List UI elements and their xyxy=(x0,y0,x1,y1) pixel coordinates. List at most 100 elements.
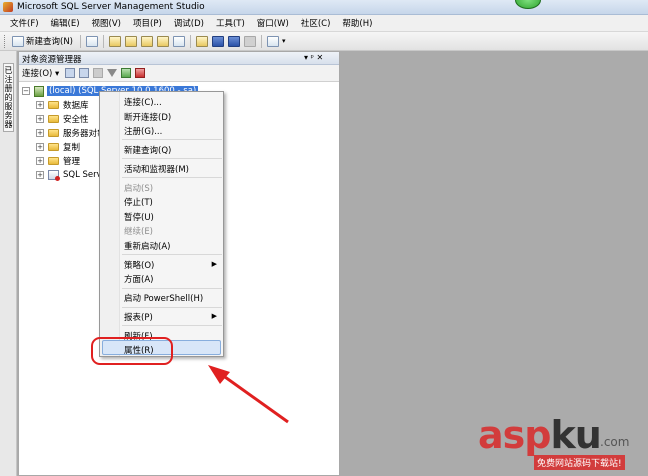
mdx-query-icon[interactable] xyxy=(125,35,137,47)
menu-item-powershell[interactable]: 启动 PowerShell(H) xyxy=(124,292,203,304)
toolbar-overflow-icon[interactable]: ▾ xyxy=(282,37,286,45)
expand-icon[interactable]: + xyxy=(36,129,44,137)
menu-tools[interactable]: 工具(T) xyxy=(212,17,249,29)
object-explorer-toolbar: 连接(O) ▾ xyxy=(19,65,339,82)
new-query-label: 新建查询(N) xyxy=(26,37,73,47)
tree-label[interactable]: 数据库 xyxy=(63,99,89,111)
menu-item-disconnect[interactable]: 断开连接(D) xyxy=(124,111,171,123)
panel-controls[interactable]: ▾ ᵖ ✕ xyxy=(304,53,323,62)
menu-debug[interactable]: 调试(D) xyxy=(170,17,208,29)
expand-icon[interactable]: + xyxy=(36,115,44,123)
menu-item-label: 策略(O) xyxy=(124,261,155,271)
standard-toolbar: 新建查询(N) ▾ xyxy=(0,32,648,51)
folder-icon xyxy=(48,157,59,165)
registered-servers-tab[interactable]: 已注册的服务器 xyxy=(3,63,14,132)
dmx-query-icon[interactable] xyxy=(141,35,153,47)
menu-separator xyxy=(122,177,222,178)
tree-label[interactable]: 安全性 xyxy=(63,113,89,125)
submenu-arrow-icon: ▶ xyxy=(211,312,217,320)
menu-item-start: 启动(S) xyxy=(124,184,154,194)
toolbar-grip[interactable] xyxy=(4,34,7,48)
tree-label[interactable]: 复制 xyxy=(63,141,80,153)
red-annotation-arrow-icon xyxy=(208,365,289,424)
new-query-button[interactable]: 新建查询(N) xyxy=(10,35,73,47)
menu-bar: 文件(F) 编辑(E) 视图(V) 项目(P) 调试(D) 工具(T) 窗口(W… xyxy=(0,15,648,32)
watermark-slogan: 免费网站源码下载站! xyxy=(534,455,625,470)
menu-gutter xyxy=(100,92,120,356)
side-tab-strip: 已注册的服务器 xyxy=(0,51,17,476)
expand-icon[interactable]: + xyxy=(36,171,44,179)
menu-file[interactable]: 文件(F) xyxy=(6,17,43,29)
refresh-icon[interactable] xyxy=(121,68,132,78)
expand-icon[interactable]: + xyxy=(36,143,44,151)
toolbar-separator xyxy=(80,34,81,48)
menu-item-connect[interactable]: 连接(C)... xyxy=(124,96,162,108)
menu-item-facets[interactable]: 方面(A) xyxy=(124,273,153,285)
tree-label[interactable]: 管理 xyxy=(63,155,80,167)
collapse-icon[interactable]: − xyxy=(22,87,30,95)
folder-icon xyxy=(48,143,59,151)
toolbar-separator xyxy=(103,34,104,48)
menu-separator xyxy=(122,325,222,326)
menu-separator xyxy=(122,254,222,255)
green-orb-icon xyxy=(515,0,541,9)
stop-icon[interactable] xyxy=(93,68,104,78)
xmla-query-icon[interactable] xyxy=(157,35,169,47)
submenu-arrow-icon: ▶ xyxy=(211,260,217,268)
ssms-app-icon xyxy=(3,2,13,12)
new-query-icon xyxy=(12,35,24,47)
menu-help[interactable]: 帮助(H) xyxy=(338,17,376,29)
save-icon[interactable] xyxy=(212,35,224,47)
folder-icon xyxy=(48,129,59,137)
menu-item-reports[interactable]: 报表(P) xyxy=(124,311,153,323)
server-icon xyxy=(34,85,44,97)
summary-icon[interactable] xyxy=(135,68,146,78)
analysis-query-icon[interactable] xyxy=(109,35,121,47)
menu-project[interactable]: 项目(P) xyxy=(129,17,166,29)
title-bar: Microsoft SQL Server Management Studio xyxy=(0,0,648,15)
menu-separator xyxy=(122,307,222,308)
filter-icon[interactable] xyxy=(107,69,118,77)
menu-community[interactable]: 社区(C) xyxy=(297,17,335,29)
folder-icon xyxy=(48,115,59,123)
object-explorer-header: 对象资源管理器 ▾ ᵖ ✕ xyxy=(19,52,339,65)
window-title: Microsoft SQL Server Management Studio xyxy=(17,2,205,12)
watermark-brand-b: ku xyxy=(550,413,601,457)
menu-window[interactable]: 窗口(W) xyxy=(253,17,293,29)
connect-dropdown[interactable]: 连接(O) ▾ xyxy=(22,67,59,79)
watermark-brand-a: asp xyxy=(478,413,551,457)
menu-separator xyxy=(122,158,222,159)
sql-agent-icon xyxy=(48,170,60,181)
save-all-icon[interactable] xyxy=(228,35,240,47)
red-highlight-ellipse xyxy=(91,337,173,365)
menu-item-policies[interactable]: 策略(O) xyxy=(124,259,222,271)
menu-item-new-query[interactable]: 新建查询(Q) xyxy=(124,144,171,156)
menu-separator xyxy=(122,288,222,289)
folder-icon xyxy=(48,101,59,109)
watermark-tld: .com xyxy=(600,435,630,449)
object-explorer-title: 对象资源管理器 xyxy=(22,55,82,65)
menu-item-restart[interactable]: 重新启动(A) xyxy=(124,240,170,252)
expand-icon[interactable]: + xyxy=(36,101,44,109)
activity-monitor-icon[interactable] xyxy=(267,35,279,47)
watermark-logo: aspku .com 免费网站源码下载站! xyxy=(478,415,646,475)
open-file-icon[interactable] xyxy=(196,35,208,47)
print-icon[interactable] xyxy=(244,35,256,47)
menu-view[interactable]: 视图(V) xyxy=(88,17,125,29)
menu-separator xyxy=(122,139,222,140)
disconnect-icon[interactable] xyxy=(79,68,90,78)
database-engine-query-icon[interactable] xyxy=(86,35,98,47)
menu-item-stop[interactable]: 停止(T) xyxy=(124,196,153,208)
toolbar-separator xyxy=(190,34,191,48)
connect-object-explorer-icon[interactable] xyxy=(65,68,76,78)
expand-icon[interactable]: + xyxy=(36,157,44,165)
menu-item-activity-monitor[interactable]: 活动和监视器(M) xyxy=(124,163,189,175)
menu-edit[interactable]: 编辑(E) xyxy=(47,17,84,29)
menu-item-resume: 继续(E) xyxy=(124,227,154,237)
menu-item-pause[interactable]: 暂停(U) xyxy=(124,211,154,223)
sql-mobile-query-icon[interactable] xyxy=(173,35,185,47)
toolbar-separator xyxy=(261,34,262,48)
context-menu: 连接(C)... 断开连接(D) 注册(G)... 新建查询(Q) 活动和监视器… xyxy=(99,91,224,357)
watermark-brand: aspku xyxy=(478,413,602,457)
menu-item-register[interactable]: 注册(G)... xyxy=(124,125,162,137)
